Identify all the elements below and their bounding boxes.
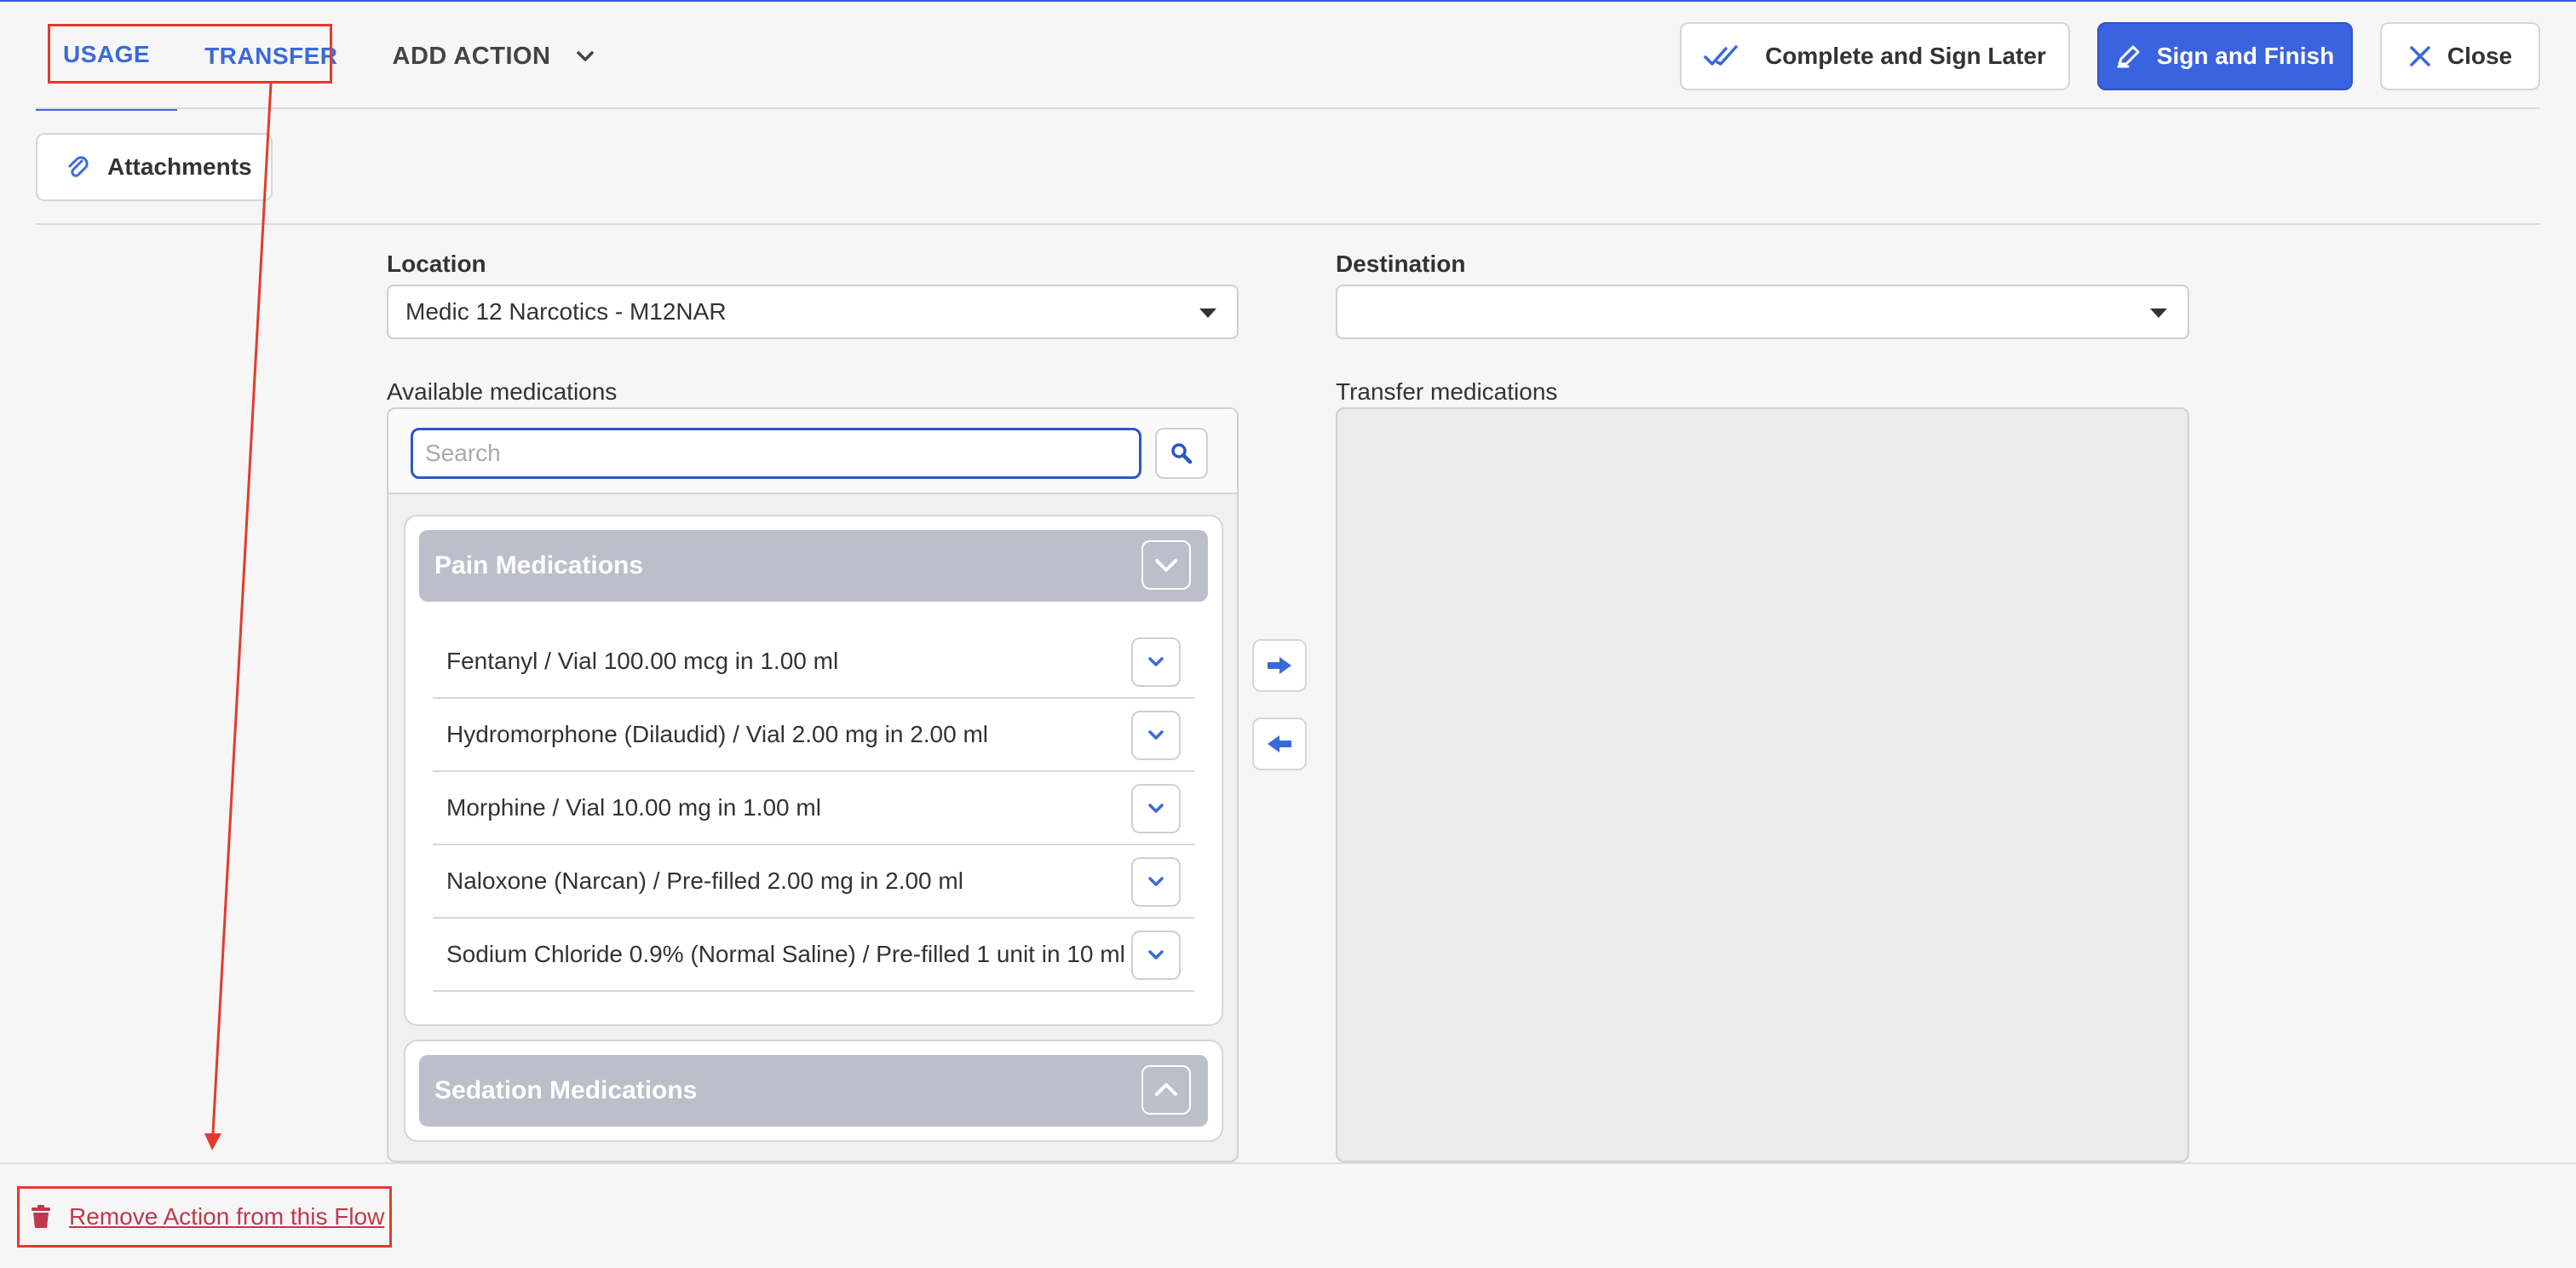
close-button[interactable]: Close <box>2380 22 2540 90</box>
remove-action-link[interactable]: Remove Action from this Flow <box>17 1186 392 1248</box>
group-header[interactable]: Pain Medications <box>419 530 1208 602</box>
footer-divider <box>0 1162 2576 1164</box>
chevron-up-icon <box>1155 1083 1177 1096</box>
double-check-icon <box>1704 43 1745 69</box>
signature-pen-icon <box>2116 43 2142 69</box>
remove-action-label: Remove Action from this Flow <box>69 1203 385 1230</box>
destination-label: Destination <box>1336 251 1466 277</box>
search-button[interactable] <box>1155 428 1208 479</box>
pain-medications-group: Pain Medications Fentanyl / Vial 100.00 … <box>404 515 1223 1026</box>
tab-usage[interactable]: USAGE <box>36 2 178 111</box>
search-input[interactable] <box>411 428 1141 479</box>
transfer-medications-panel[interactable] <box>1336 407 2189 1162</box>
chevron-down-icon <box>1148 950 1164 960</box>
location-select[interactable]: Medic 12 Narcotics - M12NAR <box>387 285 1239 339</box>
expand-medication-button[interactable] <box>1131 857 1181 907</box>
complete-sign-later-button[interactable]: Complete and Sign Later <box>1680 22 2070 90</box>
sign-and-finish-button[interactable]: Sign and Finish <box>2097 22 2353 90</box>
trash-icon <box>30 1204 52 1230</box>
attachments-label: Attachments <box>107 153 252 180</box>
arrow-right-icon <box>1268 657 1291 674</box>
list-item[interactable]: Fentanyl / Vial 100.00 mcg in 1.00 ml <box>433 625 1194 699</box>
medication-name: Naloxone (Narcan) / Pre-filled 2.00 mg i… <box>446 867 963 894</box>
move-left-button[interactable] <box>1252 718 1307 770</box>
add-action-menu[interactable]: ADD ACTION <box>365 2 631 111</box>
chevron-down-icon <box>1148 804 1164 813</box>
available-medications-panel: Pain Medications Fentanyl / Vial 100.00 … <box>387 407 1239 1162</box>
caret-down-icon <box>1199 308 1216 318</box>
toolbar-divider <box>36 223 2540 225</box>
chevron-down-icon <box>573 41 604 72</box>
search-icon <box>1170 442 1193 464</box>
location-label: Location <box>387 251 486 277</box>
location-value: Medic 12 Narcotics - M12NAR <box>405 298 727 325</box>
attachments-button[interactable]: Attachments <box>36 133 273 201</box>
action-tabs: USAGE TRANSFER ADD ACTION <box>36 2 631 111</box>
add-action-label: ADD ACTION <box>392 42 551 70</box>
group-title: Pain Medications <box>434 551 644 579</box>
list-item[interactable]: Hydromorphone (Dilaudid) / Vial 2.00 mg … <box>433 699 1194 772</box>
chevron-down-icon <box>1155 559 1177 572</box>
medication-name: Morphine / Vial 10.00 mg in 1.00 ml <box>446 794 821 821</box>
chevron-down-icon <box>1148 877 1164 886</box>
destination-select[interactable] <box>1336 285 2189 339</box>
transfer-medications-label: Transfer medications <box>1336 378 1558 405</box>
header-divider <box>36 107 2540 109</box>
sign-and-finish-label: Sign and Finish <box>2156 43 2335 69</box>
medication-name: Fentanyl / Vial 100.00 mcg in 1.00 ml <box>446 648 839 674</box>
expand-medication-button[interactable] <box>1131 711 1181 760</box>
expand-group-button[interactable] <box>1141 1065 1191 1115</box>
list-item[interactable]: Morphine / Vial 10.00 mg in 1.00 ml <box>433 772 1194 845</box>
expand-medication-button[interactable] <box>1131 931 1181 980</box>
list-item[interactable]: Naloxone (Narcan) / Pre-filled 2.00 mg i… <box>433 845 1194 919</box>
collapse-group-button[interactable] <box>1141 540 1191 590</box>
move-right-button[interactable] <box>1252 639 1307 692</box>
sedation-medications-group: Sedation Medications <box>404 1040 1223 1142</box>
expand-medication-button[interactable] <box>1131 784 1181 833</box>
group-title: Sedation Medications <box>434 1076 698 1104</box>
medication-name: Sodium Chloride 0.9% (Normal Saline) / P… <box>446 941 1125 967</box>
medication-name: Hydromorphone (Dilaudid) / Vial 2.00 mg … <box>446 721 989 747</box>
caret-down-icon <box>2150 308 2167 318</box>
complete-sign-later-label: Complete and Sign Later <box>1765 43 2046 69</box>
action-header: USAGE TRANSFER ADD ACTION Complete and S… <box>0 2 2576 111</box>
search-row <box>388 409 1237 494</box>
chevron-down-icon <box>1148 657 1164 666</box>
arrow-left-icon <box>1268 735 1291 752</box>
list-item[interactable]: Sodium Chloride 0.9% (Normal Saline) / P… <box>433 919 1194 992</box>
expand-medication-button[interactable] <box>1131 637 1181 687</box>
close-label: Close <box>2447 43 2513 69</box>
group-header[interactable]: Sedation Medications <box>419 1055 1208 1127</box>
paperclip-icon <box>66 153 89 181</box>
tab-transfer[interactable]: TRANSFER <box>177 2 365 111</box>
available-medications-label: Available medications <box>387 378 618 405</box>
chevron-down-icon <box>1148 730 1164 740</box>
close-icon <box>2408 44 2432 68</box>
